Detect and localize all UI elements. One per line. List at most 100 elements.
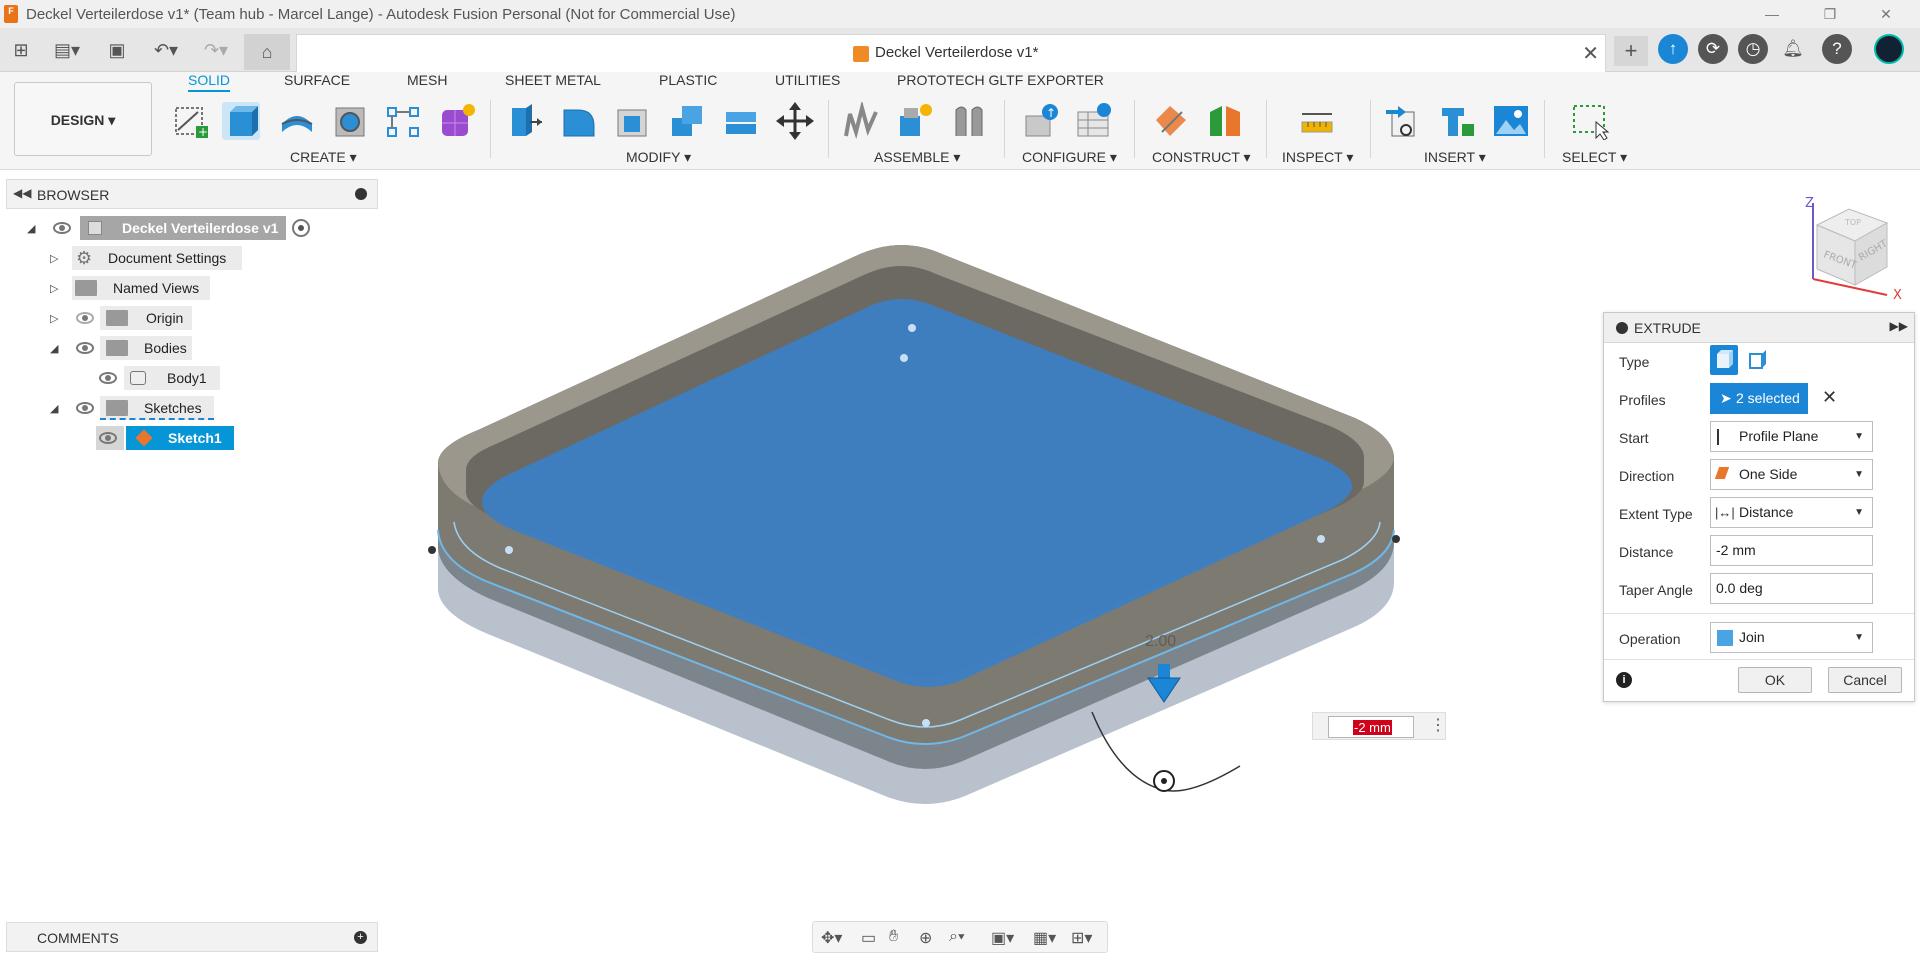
expand-dialog-icon[interactable]: ▶▶	[1890, 319, 1908, 333]
select-menu[interactable]: SELECT ▾	[1562, 149, 1627, 166]
expand-sketches-icon[interactable]: ◢	[50, 402, 58, 415]
direction-dropdown[interactable]: One Side ▼	[1710, 459, 1873, 490]
combine-icon[interactable]	[668, 102, 706, 140]
profiles-selection-button[interactable]: ➤ 2 selected	[1710, 383, 1808, 414]
more-options-icon[interactable]: ⋮	[1430, 715, 1446, 735]
browser-panel-header[interactable]: ◀◀ BROWSER	[6, 179, 378, 209]
insert-derive-icon[interactable]	[1384, 102, 1422, 140]
split-face-icon[interactable]	[722, 102, 760, 140]
restore-icon[interactable]: ❐	[1810, 2, 1850, 26]
extensions-icon[interactable]: ⟳	[1698, 34, 1728, 64]
viewcube[interactable]: FRONT RIGHT TOP Z X	[1795, 195, 1910, 305]
look-at-icon[interactable]: ▭	[861, 928, 876, 948]
fillet-icon[interactable]	[560, 102, 598, 140]
browser-item-body1[interactable]: Body1	[124, 366, 220, 390]
taper-angle-field[interactable]: 0.0 deg	[1710, 573, 1873, 604]
measure-icon[interactable]	[1298, 102, 1336, 140]
insert-canvas-icon[interactable]	[1492, 102, 1530, 140]
orbit-icon[interactable]: ✥▾	[821, 928, 842, 948]
clear-selection-icon[interactable]: ✕	[1822, 387, 1837, 408]
expand-root-icon[interactable]: ◢	[27, 222, 35, 235]
visibility-eye-icon[interactable]	[76, 342, 94, 354]
document-tab[interactable]: Deckel Verteilerdose v1* ✕	[296, 34, 1606, 72]
cancel-button[interactable]: Cancel	[1828, 667, 1902, 693]
display-settings-icon[interactable]: ▣▾	[991, 928, 1014, 948]
expand-bodies-icon[interactable]: ◢	[50, 342, 58, 355]
dialog-minimize-icon[interactable]	[1616, 322, 1628, 334]
browser-item-sketches[interactable]: Sketches	[100, 396, 214, 420]
assemble-menu[interactable]: ASSEMBLE ▾	[874, 149, 960, 166]
pattern-icon[interactable]	[384, 102, 422, 140]
pan-hand-icon[interactable]: ✋︎	[889, 928, 898, 946]
clock-icon[interactable]: ◷	[1738, 34, 1768, 64]
window-select-icon[interactable]	[1572, 102, 1610, 141]
data-panel-grid-icon[interactable]: ⊞	[8, 36, 34, 64]
tab-sheet-metal[interactable]: SHEET METAL	[505, 72, 601, 92]
redo-icon[interactable]: ↷▾	[196, 36, 236, 64]
viewport-model[interactable]	[380, 230, 1430, 830]
new-tab-plus-icon[interactable]: +	[1614, 36, 1648, 66]
close-tab-icon[interactable]: ✕	[1582, 41, 1599, 66]
home-icon[interactable]: ⌂	[244, 34, 290, 70]
visibility-eye-icon[interactable]	[53, 222, 71, 234]
user-avatar[interactable]	[1874, 34, 1904, 64]
tab-prototech-gltf-exporter[interactable]: PROTOTECH GLTF EXPORTER	[897, 72, 1104, 92]
type-thin-icon[interactable]	[1744, 345, 1772, 375]
browser-item-sketch1[interactable]: Sketch1	[126, 426, 234, 450]
browser-item-bodies[interactable]: Bodies	[100, 336, 192, 360]
browser-minimize-icon[interactable]	[355, 188, 367, 200]
add-comment-icon[interactable]: +	[354, 931, 367, 944]
hidden-eye-icon[interactable]	[76, 312, 94, 324]
start-dropdown[interactable]: Profile Plane ▼	[1710, 421, 1873, 452]
extrude-icon[interactable]	[222, 102, 260, 140]
offset-plane-icon[interactable]	[1152, 102, 1190, 140]
shell-icon[interactable]	[614, 102, 652, 140]
move-copy-icon[interactable]	[776, 102, 814, 140]
extent-type-dropdown[interactable]: |↔| Distance ▼	[1710, 497, 1873, 528]
distance-input-field[interactable]: -2 mm	[1328, 716, 1414, 738]
tab-plastic[interactable]: PLASTIC	[659, 72, 717, 92]
browser-item-document-settings[interactable]: ⚙ Document Settings	[72, 246, 242, 270]
as-built-joint-icon[interactable]	[950, 102, 988, 140]
job-status-icon[interactable]: ↑	[1658, 34, 1688, 64]
operation-dropdown[interactable]: Join ▼	[1710, 622, 1873, 653]
insert-menu[interactable]: INSERT ▾	[1424, 149, 1486, 166]
ok-button[interactable]: OK	[1738, 667, 1812, 693]
collapse-browser-icon[interactable]: ◀◀	[13, 186, 31, 200]
comments-panel[interactable]: COMMENTS +	[6, 922, 378, 952]
activate-radio-icon[interactable]	[292, 219, 310, 237]
help-icon[interactable]: ?	[1822, 34, 1852, 64]
create-sketch-icon[interactable]: +	[172, 102, 210, 140]
tab-solid[interactable]: SOLID	[188, 72, 231, 92]
tab-mesh[interactable]: MESH	[407, 72, 447, 92]
extrude-dialog-header[interactable]: EXTRUDE ▶▶	[1604, 313, 1914, 343]
visibility-eye-icon[interactable]	[99, 432, 117, 444]
create-form-icon[interactable]	[438, 102, 476, 140]
configure-design-icon[interactable]: ↑	[1022, 102, 1060, 140]
close-window-icon[interactable]: ✕	[1866, 2, 1906, 26]
expand-named-views-icon[interactable]: ▷	[50, 282, 58, 295]
undo-icon[interactable]: ↶▾	[146, 36, 186, 64]
tab-utilities[interactable]: UTILITIES	[775, 72, 840, 92]
minimize-icon[interactable]: —	[1752, 2, 1792, 26]
plane-at-angle-icon[interactable]	[1206, 102, 1244, 140]
save-icon[interactable]: ▣	[104, 36, 130, 64]
workspace-switcher[interactable]: DESIGN ▾	[14, 82, 152, 156]
expand-origin-icon[interactable]: ▷	[50, 312, 58, 325]
configure-menu[interactable]: CONFIGURE ▾	[1022, 149, 1117, 166]
insert-mcmaster-icon[interactable]	[1438, 102, 1476, 140]
press-pull-icon[interactable]	[506, 102, 544, 140]
fit-zoom-icon[interactable]: ⌕▾	[949, 928, 965, 946]
modify-menu[interactable]: MODIFY ▾	[626, 149, 691, 166]
revolve-icon[interactable]	[278, 102, 316, 140]
visibility-eye-icon[interactable]	[99, 372, 117, 384]
type-body-icon[interactable]	[1710, 345, 1738, 375]
create-menu[interactable]: CREATE ▾	[290, 149, 357, 166]
visibility-eye-icon[interactable]	[76, 402, 94, 414]
zoom-icon[interactable]: ⊕	[919, 928, 932, 948]
browser-item-named-views[interactable]: Named Views	[72, 276, 210, 300]
configuration-table-icon[interactable]	[1074, 102, 1112, 140]
new-component-icon[interactable]	[842, 100, 880, 140]
construct-menu[interactable]: CONSTRUCT ▾	[1152, 149, 1251, 166]
inspect-menu[interactable]: INSPECT ▾	[1282, 149, 1353, 166]
